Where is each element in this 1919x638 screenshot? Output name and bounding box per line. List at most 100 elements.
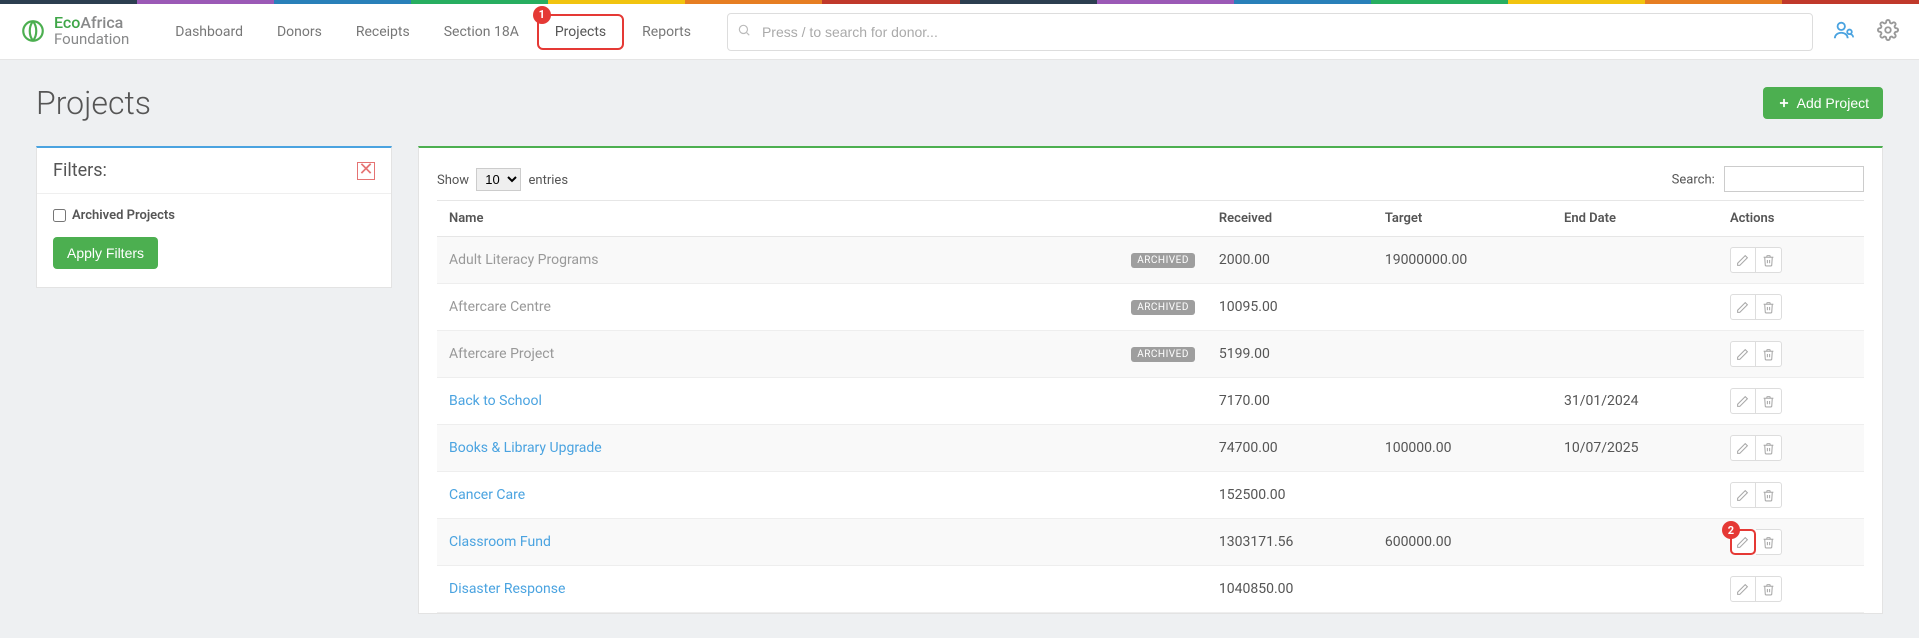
cell-received: 2000.00 bbox=[1207, 237, 1373, 284]
logo-line2: Foundation bbox=[54, 32, 129, 48]
archived-badge: ARCHIVED bbox=[1131, 253, 1195, 268]
column-end-date[interactable]: End Date bbox=[1552, 201, 1718, 237]
column-received[interactable]: Received bbox=[1207, 201, 1373, 237]
add-project-button[interactable]: Add Project bbox=[1763, 87, 1883, 119]
project-name[interactable]: Back to School bbox=[449, 393, 542, 409]
cell-end_date bbox=[1552, 519, 1718, 566]
delete-button[interactable] bbox=[1756, 529, 1782, 555]
cell-end_date bbox=[1552, 566, 1718, 613]
table-row: Disaster Response 1040850.00 bbox=[437, 566, 1864, 613]
apply-filters-label: Apply Filters bbox=[67, 245, 144, 261]
cell-end_date bbox=[1552, 284, 1718, 331]
nav-receipts[interactable]: Receipts bbox=[340, 16, 426, 48]
nav-dashboard[interactable]: Dashboard bbox=[159, 16, 259, 48]
projects-panel: Show 10 entries Search: NameReceivedTarg… bbox=[418, 146, 1883, 614]
edit-button[interactable] bbox=[1730, 294, 1756, 320]
delete-button[interactable] bbox=[1756, 388, 1782, 414]
nav-badge: 1 bbox=[533, 6, 551, 24]
logo-text: EcoAfrica Foundation bbox=[54, 15, 129, 48]
cell-target: 600000.00 bbox=[1373, 519, 1552, 566]
archived-projects-checkbox[interactable] bbox=[53, 209, 66, 222]
project-name: Adult Literacy Programs bbox=[449, 252, 599, 268]
table-row: Adult Literacy Programs ARCHIVED 2000.0019… bbox=[437, 237, 1864, 284]
nav-donors[interactable]: Donors bbox=[261, 16, 338, 48]
cell-target: 100000.00 bbox=[1373, 425, 1552, 472]
edit-button[interactable] bbox=[1730, 482, 1756, 508]
cell-received: 10095.00 bbox=[1207, 284, 1373, 331]
column-target[interactable]: Target bbox=[1373, 201, 1552, 237]
top-accent-bar bbox=[0, 0, 1919, 4]
cell-received: 74700.00 bbox=[1207, 425, 1373, 472]
cell-target bbox=[1373, 566, 1552, 613]
cell-received: 5199.00 bbox=[1207, 331, 1373, 378]
filters-panel: Filters: ✕ Archived Projects Apply Filte… bbox=[36, 146, 392, 288]
project-name: Aftercare Centre bbox=[449, 299, 551, 315]
cell-end_date bbox=[1552, 237, 1718, 284]
table-row: Back to School 7170.00 31/01/2024 bbox=[437, 378, 1864, 425]
apply-filters-button[interactable]: Apply Filters bbox=[53, 237, 158, 269]
user-switch-icon[interactable] bbox=[1833, 19, 1855, 45]
column-name[interactable]: Name bbox=[437, 201, 1207, 237]
cell-received: 7170.00 bbox=[1207, 378, 1373, 425]
entries-label: entries bbox=[529, 173, 569, 188]
edit-button[interactable] bbox=[1730, 341, 1756, 367]
edit-button[interactable] bbox=[1730, 388, 1756, 414]
logo-icon bbox=[20, 18, 46, 44]
edit-button[interactable]: 2 bbox=[1730, 529, 1756, 555]
show-label: Show bbox=[437, 173, 469, 188]
projects-table: NameReceivedTargetEnd DateActions Adult … bbox=[437, 200, 1864, 613]
cell-target bbox=[1373, 331, 1552, 378]
main-header: EcoAfrica Foundation DashboardDonorsRece… bbox=[0, 4, 1919, 60]
cell-end_date: 31/01/2024 bbox=[1552, 378, 1718, 425]
project-name[interactable]: Classroom Fund bbox=[449, 534, 551, 550]
table-row: Aftercare Centre ARCHIVED 10095.00 bbox=[437, 284, 1864, 331]
table-row: Classroom Fund 1303171.56600000.00 2 bbox=[437, 519, 1864, 566]
nav-section-18a[interactable]: Section 18A bbox=[428, 16, 535, 48]
cell-target bbox=[1373, 472, 1552, 519]
filters-title: Filters: bbox=[53, 160, 107, 181]
delete-button[interactable] bbox=[1756, 435, 1782, 461]
page-size-select[interactable]: 10 bbox=[476, 168, 521, 191]
logo[interactable]: EcoAfrica Foundation bbox=[20, 15, 129, 48]
cell-received: 1303171.56 bbox=[1207, 519, 1373, 566]
table-search-input[interactable] bbox=[1724, 166, 1864, 192]
search-icon bbox=[737, 23, 751, 41]
page-title: Projects bbox=[36, 84, 151, 122]
table-row: Aftercare Project ARCHIVED 5199.00 bbox=[437, 331, 1864, 378]
column-actions[interactable]: Actions bbox=[1718, 201, 1864, 237]
entries-selector: Show 10 entries bbox=[437, 168, 568, 191]
edit-button[interactable] bbox=[1730, 576, 1756, 602]
edit-button[interactable] bbox=[1730, 435, 1756, 461]
cell-end_date bbox=[1552, 331, 1718, 378]
cell-received: 152500.00 bbox=[1207, 472, 1373, 519]
archived-projects-label: Archived Projects bbox=[72, 208, 175, 223]
nav-projects[interactable]: Projects1 bbox=[537, 14, 624, 50]
project-name[interactable]: Books & Library Upgrade bbox=[449, 440, 602, 456]
archived-badge: ARCHIVED bbox=[1131, 347, 1195, 362]
delete-button[interactable] bbox=[1756, 247, 1782, 273]
project-name: Aftercare Project bbox=[449, 346, 554, 362]
project-name[interactable]: Disaster Response bbox=[449, 581, 565, 597]
cell-end_date: 10/07/2025 bbox=[1552, 425, 1718, 472]
project-name[interactable]: Cancer Care bbox=[449, 487, 525, 503]
archived-badge: ARCHIVED bbox=[1131, 300, 1195, 315]
settings-icon[interactable] bbox=[1877, 19, 1899, 45]
table-search: Search: bbox=[1672, 166, 1864, 192]
filters-close-icon[interactable]: ✕ bbox=[357, 162, 375, 180]
main-nav: DashboardDonorsReceiptsSection 18AProjec… bbox=[159, 14, 707, 50]
nav-reports[interactable]: Reports bbox=[626, 16, 707, 48]
edit-button[interactable] bbox=[1730, 247, 1756, 273]
delete-button[interactable] bbox=[1756, 576, 1782, 602]
cell-target: 19000000.00 bbox=[1373, 237, 1552, 284]
cell-end_date bbox=[1552, 472, 1718, 519]
search-input[interactable] bbox=[727, 13, 1813, 51]
delete-button[interactable] bbox=[1756, 341, 1782, 367]
edit-badge: 2 bbox=[1722, 521, 1740, 539]
delete-button[interactable] bbox=[1756, 482, 1782, 508]
cell-received: 1040850.00 bbox=[1207, 566, 1373, 613]
delete-button[interactable] bbox=[1756, 294, 1782, 320]
cell-target bbox=[1373, 378, 1552, 425]
table-row: Books & Library Upgrade 74700.00100000.00… bbox=[437, 425, 1864, 472]
archived-projects-checkbox-row[interactable]: Archived Projects bbox=[53, 208, 375, 223]
table-row: Cancer Care 152500.00 bbox=[437, 472, 1864, 519]
